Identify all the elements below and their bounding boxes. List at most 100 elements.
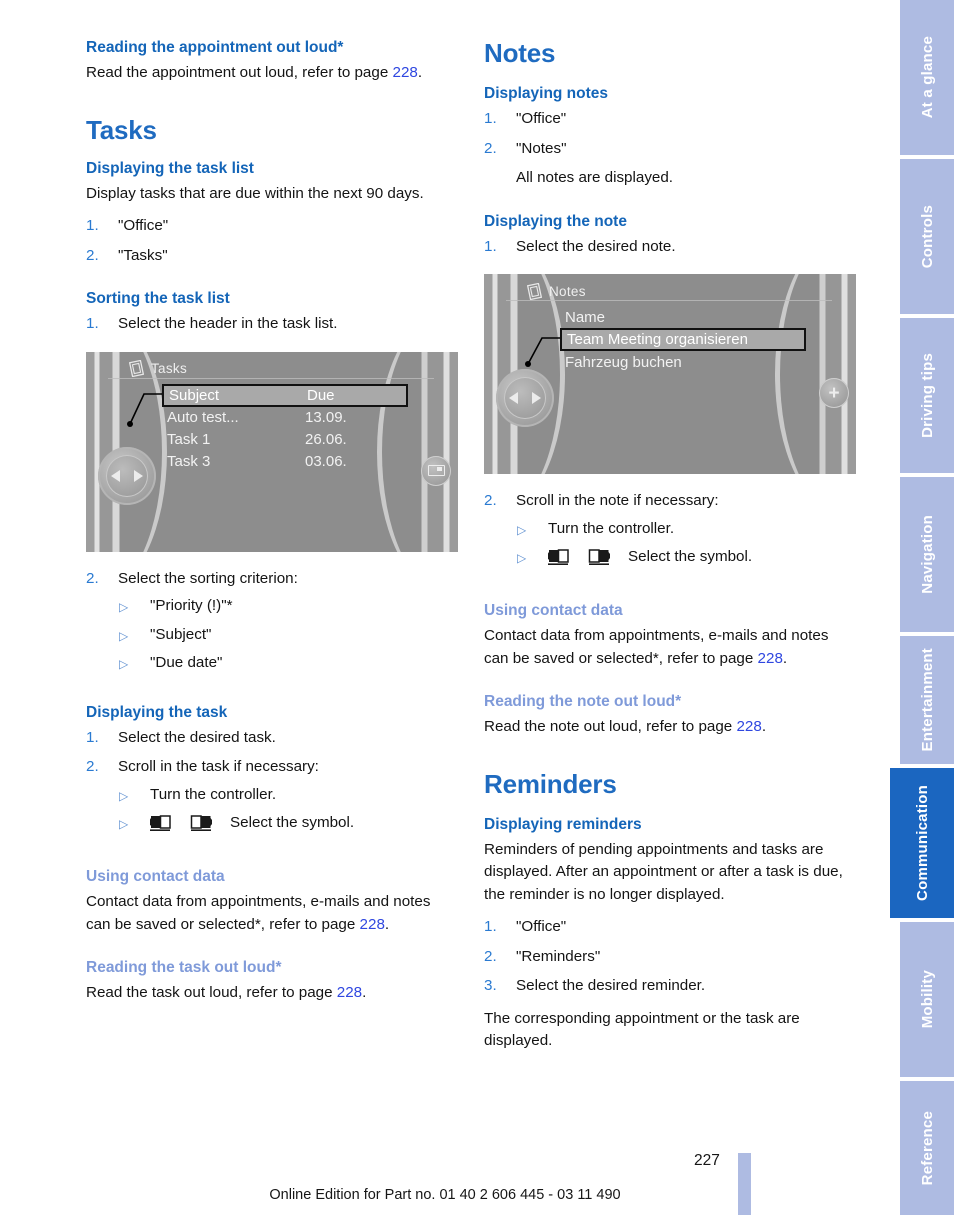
- list-item: ▷ "Due date": [86, 652, 458, 675]
- plus-icon: +: [828, 382, 840, 404]
- list-item: 2. Scroll in the note if necessary:: [484, 490, 856, 513]
- heading-displaying-notes: Displaying notes: [484, 85, 609, 102]
- symbol-group: Select the symbol.: [150, 812, 354, 835]
- symbol-group: Select the symbol.: [548, 546, 752, 569]
- paragraph-using-contact-data: Contact data from appointments, e-mails …: [86, 891, 458, 936]
- idrive-title-label: Notes: [549, 283, 586, 299]
- table-row[interactable]: Task 3 03.06.: [162, 451, 408, 473]
- idrive-side-button[interactable]: +: [819, 378, 849, 408]
- idrive-list-header-row[interactable]: Subject Due: [162, 383, 408, 407]
- table-row[interactable]: Task 1 26.06.: [162, 429, 408, 451]
- tab-controls[interactable]: Controls: [900, 159, 954, 314]
- list-item: ▷ Select the symbol.: [86, 812, 458, 839]
- controller-right-arrow-icon: [532, 392, 541, 404]
- step-number: 2.: [86, 246, 99, 264]
- table-row[interactable]: Auto test... 13.09.: [162, 407, 408, 429]
- tab-label: Mobility: [918, 970, 936, 1029]
- page-ref-link[interactable]: 228: [337, 984, 362, 1001]
- idrive-divider: [506, 300, 832, 301]
- paragraph-reading-appointment-out-loud: Read the appointment out loud, refer to …: [86, 62, 458, 85]
- substep-text: Select the symbol.: [230, 814, 355, 831]
- step-number: 1.: [484, 918, 497, 936]
- step-number: 1.: [86, 315, 99, 332]
- idrive-screenshot-tasks: Tasks Subject Due Auto test... 13.09. Ta…: [86, 351, 458, 552]
- idrive-side-button[interactable]: [421, 455, 451, 486]
- page-number: 227: [694, 1152, 720, 1169]
- page-ref-link[interactable]: 228: [736, 718, 761, 735]
- cell-subject: Auto test...: [167, 409, 239, 426]
- page-ref-link[interactable]: 228: [393, 64, 418, 81]
- controller-left-arrow-icon: [509, 392, 518, 404]
- page-ref-link[interactable]: 228: [758, 650, 783, 667]
- heading-using-contact-data: Using contact data: [484, 602, 623, 620]
- list-displaying-note-step1: 1. Select the desired note.: [484, 236, 856, 259]
- tab-communication[interactable]: Communication: [890, 768, 954, 918]
- step-number: 3.: [484, 977, 497, 995]
- criterion-text: "Due date": [150, 654, 223, 671]
- list-item: ▷ "Subject": [86, 624, 458, 647]
- list-item: ▷ Turn the controller.: [86, 784, 458, 807]
- list-sorting-task-list-step1: 1. Select the header in the task list.: [86, 313, 458, 336]
- list-displaying-note-step2: 2. Scroll in the note if necessary:: [484, 490, 856, 513]
- step-text: Select the sorting criterion:: [118, 569, 298, 587]
- note-aloud-text-before: Read the note out loud, refer to page: [484, 718, 737, 736]
- step-text: "Office": [516, 110, 567, 127]
- step-number: 2.: [86, 569, 99, 587]
- list-displaying-task-list-steps: 1. "Office" 2. "Tasks": [86, 215, 458, 267]
- list-displaying-note-substeps: ▷ Turn the controller. ▷ Select the symb…: [484, 518, 856, 574]
- idrive-task-list: Subject Due Auto test... 13.09. Task 1 2…: [162, 383, 408, 473]
- tab-driving-tips[interactable]: Driving tips: [900, 318, 954, 473]
- tab-entertainment[interactable]: Entertainment: [900, 636, 954, 764]
- list-item: 3. Select the desired reminder.: [484, 975, 856, 998]
- tab-label: Reference: [918, 1110, 936, 1186]
- table-row[interactable]: Fahrzeug buchen: [560, 351, 806, 373]
- column-header-due: Due: [307, 386, 335, 404]
- tab-navigation[interactable]: Navigation: [900, 477, 954, 632]
- list-sorting-task-list-step2: 2. Select the sorting criterion:: [86, 568, 458, 591]
- step-text: "Office": [516, 918, 567, 936]
- tab-label: Controls: [918, 204, 936, 269]
- tab-label: Entertainment: [918, 648, 936, 752]
- table-row-selected[interactable]: Team Meeting organisieren: [560, 328, 806, 351]
- column-header-name-row: Name: [560, 306, 806, 328]
- appointment-aloud-text-before: Read the appointment out loud, refer to …: [86, 64, 393, 81]
- triangle-bullet-icon: ▷: [119, 600, 129, 614]
- step-number: 2.: [484, 139, 497, 157]
- list-item: ▷ "Priority (!)"*: [86, 595, 458, 618]
- list-displaying-task-substeps: ▷ Turn the controller. ▷ Select the symb…: [86, 784, 458, 840]
- criterion-text: "Subject": [150, 625, 212, 643]
- paragraph-reminders-outro: The corresponding appointment or the tas…: [484, 1009, 800, 1050]
- tab-mobility[interactable]: Mobility: [900, 922, 954, 1077]
- chapter-tab-rail: At a glance Controls Driving tips Naviga…: [890, 0, 954, 1215]
- triangle-bullet-icon: ▷: [517, 522, 527, 537]
- idrive-title-label: Tasks: [151, 361, 188, 376]
- heading-displaying-the-note: Displaying the note: [484, 212, 627, 230]
- paragraph-task-list-intro: Display tasks that are due within the ne…: [86, 184, 424, 202]
- list-item: 2. "Reminders": [484, 946, 856, 969]
- page-marker-bar: [738, 1153, 751, 1215]
- step-text: Scroll in the note if necessary:: [516, 492, 719, 509]
- paragraph-reading-note-out-loud: Read the note out loud, refer to page 22…: [484, 716, 856, 739]
- tab-at-a-glance[interactable]: At a glance: [900, 0, 954, 155]
- list-item: ▷ Turn the controller.: [484, 518, 856, 541]
- list-item: 1. "Office": [484, 916, 856, 939]
- cell-due: 13.09.: [305, 409, 347, 426]
- manual-page: Reading the appointment out loud* Read t…: [0, 0, 890, 1215]
- paragraph-reminders-intro: Reminders of pending appointments and ta…: [484, 840, 843, 903]
- step-text: Select the desired note.: [516, 237, 676, 255]
- step-number: 1.: [484, 237, 497, 255]
- idrive-screenshot-notes: Notes Name Team Meeting organisieren Fah…: [484, 274, 856, 474]
- triangle-bullet-icon: ▷: [517, 551, 527, 565]
- substep-text: Select the symbol.: [628, 548, 753, 565]
- note-aloud-text-after: .: [761, 718, 767, 736]
- step-text: Select the desired reminder.: [516, 977, 706, 995]
- list-item-note: All notes are displayed.: [516, 169, 674, 186]
- step-number: 1.: [484, 110, 497, 127]
- notepad-icon: [129, 360, 144, 377]
- idrive-divider: [108, 377, 434, 379]
- idrive-controller-icon: [98, 446, 156, 505]
- tab-reference[interactable]: Reference: [900, 1081, 954, 1215]
- column-header-subject: Subject: [169, 386, 220, 404]
- criterion-text: "Priority (!)"*: [150, 597, 233, 614]
- page-ref-link[interactable]: 228: [360, 916, 385, 933]
